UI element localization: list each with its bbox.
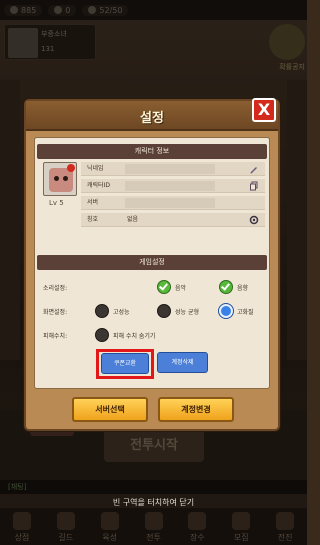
check-icon <box>159 281 168 291</box>
title-row: 칭호 없음 <box>81 213 265 227</box>
character-id-value <box>125 181 215 191</box>
hide-damage-radio[interactable] <box>95 328 109 342</box>
quality-balanced-radio[interactable] <box>157 304 171 318</box>
damage-setting-row: 피해수치: 피해 수치 숨기기 <box>43 327 265 345</box>
avatar-badge-icon <box>67 164 75 172</box>
server-select-button[interactable]: 서버선택 <box>72 397 148 422</box>
delete-account-button[interactable]: 계정삭제 <box>157 352 208 373</box>
check-icon <box>221 281 230 291</box>
nickname-value <box>125 164 215 174</box>
character-level: Lv 5 <box>49 199 64 207</box>
character-section-header: 캐릭터 정보 <box>37 144 267 159</box>
quality-high-quality-radio[interactable] <box>219 304 233 318</box>
copy-icon[interactable] <box>249 181 259 191</box>
sound-setting-row: 소리설정: 음악 음향 <box>43 279 265 297</box>
game-settings-header: 게임설정 <box>37 255 267 270</box>
close-hint: 빈 구역을 터치하여 닫기 <box>112 498 195 507</box>
character-id-row: 캐릭터ID <box>81 179 265 193</box>
server-value <box>125 198 215 208</box>
change-account-button[interactable]: 계정변경 <box>158 397 234 422</box>
quality-setting-row: 화면설정: 고성능 성능 균형 고화질 <box>43 303 265 321</box>
sound-effect-toggle[interactable] <box>219 280 233 294</box>
settings-modal: 설정 X 캐릭터 정보 Lv 5 닉네임 캐릭터ID 서버 칭호 없음 게임설정… <box>24 98 280 431</box>
modal-header: 설정 <box>26 101 278 131</box>
nickname-row: 닉네임 <box>81 162 265 176</box>
pencil-icon[interactable] <box>249 164 259 174</box>
music-toggle[interactable] <box>157 280 171 294</box>
modal-title: 설정 <box>140 111 164 126</box>
server-row: 서버 <box>81 196 265 210</box>
coupon-exchange-button[interactable]: 쿠폰교환 <box>101 353 149 374</box>
settings-icon[interactable] <box>249 215 259 225</box>
character-avatar <box>43 162 77 196</box>
title-value: 없음 <box>127 216 139 223</box>
quality-high-performance-radio[interactable] <box>95 304 109 318</box>
close-button[interactable]: X <box>252 98 276 122</box>
